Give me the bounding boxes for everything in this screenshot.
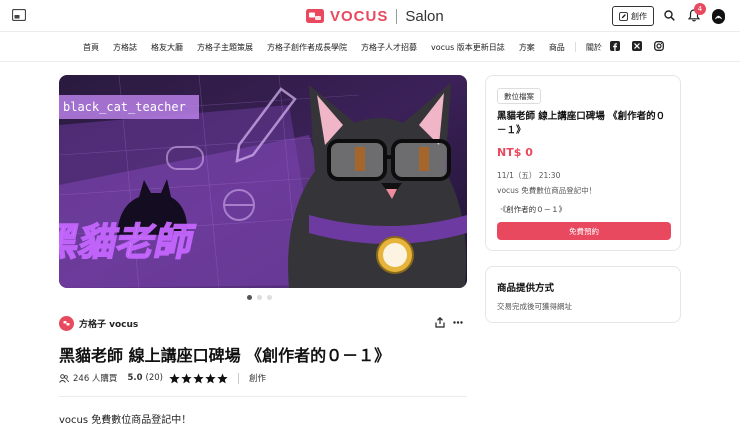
- author-name[interactable]: 方格子 vocus: [79, 317, 138, 330]
- vocus-logo-icon: [306, 9, 324, 23]
- star-icon: [181, 373, 192, 383]
- nav-item-plans[interactable]: 方案: [512, 42, 542, 53]
- create-button-label: 創作: [631, 11, 647, 21]
- category-link[interactable]: 創作: [249, 372, 266, 384]
- nav-item-blogs[interactable]: 方格誌: [106, 42, 144, 53]
- reserve-button[interactable]: 免費預約: [497, 222, 671, 240]
- author-row: 方格子 vocus: [59, 314, 467, 332]
- nav-item-lobby[interactable]: 格友大廳: [144, 42, 190, 53]
- banner-text: black_cat_teacher: [63, 100, 186, 114]
- product-type-badge: 數位檔案: [497, 88, 541, 104]
- x-icon[interactable]: [632, 41, 642, 51]
- rating-stars: [169, 373, 228, 384]
- delivery-text: 交易完成後可獲得網址: [497, 302, 572, 311]
- brand-name: VOCUS: [330, 7, 389, 25]
- carousel-dot[interactable]: [257, 295, 262, 300]
- notification-badge: 4: [694, 3, 706, 15]
- sidebar-toggle-icon[interactable]: [12, 9, 26, 21]
- nav-item-changelog[interactable]: vocus 版本更新日誌: [424, 42, 512, 53]
- nav-item-about[interactable]: 關於: [579, 42, 609, 53]
- svg-text:黑貓老師: 黑貓老師: [59, 220, 198, 265]
- facebook-icon[interactable]: [610, 41, 620, 51]
- avatar[interactable]: [712, 9, 725, 24]
- rating-value: 5.0: [127, 373, 143, 383]
- card-note: vocus 免費數位商品登記中！: [497, 186, 597, 195]
- divider: [59, 396, 467, 397]
- search-icon[interactable]: [664, 10, 675, 21]
- nav-item-careers[interactable]: 方格子人才招募: [354, 42, 424, 53]
- social-links: [610, 41, 664, 51]
- nav-item-products[interactable]: 商品: [542, 42, 572, 53]
- star-icon: [217, 373, 228, 383]
- price: NT$ 0: [497, 146, 533, 159]
- delivery-card: 商品提供方式 交易完成後可獲得網址: [485, 266, 681, 323]
- delivery-title: 商品提供方式: [497, 283, 555, 294]
- card-bullet: ‧《創作者的０－１》: [500, 205, 567, 214]
- avatar-icon: [712, 11, 725, 24]
- page-title: 黑貓老師 線上講座口碑場 《創作者的０－１》: [59, 346, 391, 365]
- rating-count: (20): [145, 373, 163, 383]
- vocus-logo-icon: [63, 320, 70, 325]
- product-description: vocus 免費數位商品登記中！: [59, 415, 192, 426]
- carousel-dot[interactable]: [247, 295, 252, 300]
- more-icon[interactable]: [453, 321, 463, 324]
- product-meta: 246 人購買 5.0 (20) 創作: [59, 371, 266, 385]
- users-icon: [59, 373, 69, 383]
- nav-item-home[interactable]: 首頁: [76, 42, 106, 53]
- star-icon: [193, 373, 204, 383]
- star-icon: [169, 373, 180, 383]
- nav-item-academy[interactable]: 方格子創作者成長學院: [260, 42, 354, 53]
- author-avatar[interactable]: [59, 315, 74, 331]
- brand-separator: [396, 8, 398, 24]
- carousel-dot[interactable]: [267, 295, 272, 300]
- carousel-dots: [247, 295, 272, 300]
- share-icon[interactable]: [435, 317, 445, 328]
- create-button[interactable]: 創作: [612, 6, 654, 26]
- nav-items: 首頁 方格誌 格友大廳 方格子主題策展 方格子創作者成長學院 方格子人才招募 v…: [76, 32, 609, 62]
- edit-icon: [619, 11, 628, 21]
- instagram-icon[interactable]: [654, 41, 664, 51]
- banner-illustration: black_cat_teacher 黑貓老師: [59, 75, 467, 288]
- top-bar: VOCUS Salon 創作 4: [0, 0, 740, 32]
- main-nav: 首頁 方格誌 格友大廳 方格子主題策展 方格子創作者成長學院 方格子人才招募 v…: [0, 32, 740, 62]
- purchase-card: 數位檔案 黑貓老師 線上講座口碑場 《創作者的０－１》 NT$ 0 11/1（五…: [485, 75, 681, 251]
- nav-item-curation[interactable]: 方格子主題策展: [190, 42, 260, 53]
- brand-logo[interactable]: VOCUS Salon: [306, 5, 444, 27]
- nav-separator: [574, 42, 576, 52]
- star-icon: [205, 373, 216, 383]
- buyer-count: 246 人購買: [73, 374, 118, 384]
- event-date: 11/1（五） 21:30: [497, 171, 561, 180]
- card-title: 黑貓老師 線上講座口碑場 《創作者的０－１》: [497, 111, 666, 136]
- meta-separator: [237, 372, 239, 384]
- product-banner[interactable]: black_cat_teacher 黑貓老師: [59, 75, 467, 288]
- brand-sub: Salon: [405, 7, 444, 25]
